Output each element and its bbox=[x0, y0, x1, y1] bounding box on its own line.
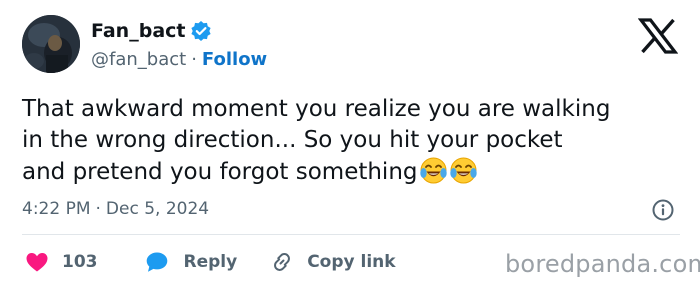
like-count: 103 bbox=[62, 252, 98, 272]
tweet-text: That awkward moment you realize you are … bbox=[22, 94, 682, 188]
author-display-name[interactable]: Fan_bact bbox=[91, 20, 185, 42]
copy-link-button[interactable]: Copy link bbox=[269, 249, 396, 275]
info-icon[interactable] bbox=[651, 198, 675, 222]
link-icon bbox=[274, 253, 291, 271]
tweet-timestamp[interactable]: 4:22 PM · Dec 5, 2024 bbox=[22, 199, 209, 219]
tweet-line-text: and pretend you forgot something bbox=[22, 159, 418, 185]
like-button[interactable]: 103 bbox=[24, 249, 98, 275]
heart-icon bbox=[26, 253, 48, 272]
tweet-line-last: and pretend you forgot something bbox=[22, 156, 682, 188]
divider bbox=[22, 234, 680, 235]
author-handle[interactable]: @fan_bact bbox=[91, 49, 186, 70]
watermark: boredpanda.com bbox=[505, 250, 700, 278]
author-handle-row: @fan_bact · Follow bbox=[91, 49, 267, 70]
tweet-line: That awkward moment you realize you are … bbox=[22, 96, 611, 122]
tears-of-joy-emoji-icon bbox=[419, 156, 448, 185]
timestamp-separator: · bbox=[95, 199, 101, 219]
tweet-line: in the wrong direction... So you hit you… bbox=[22, 127, 563, 153]
reply-button[interactable]: Reply bbox=[144, 249, 238, 275]
handle-separator: · bbox=[191, 49, 197, 70]
follow-button[interactable]: Follow bbox=[202, 49, 267, 70]
reply-label: Reply bbox=[183, 252, 238, 272]
copy-link-label: Copy link bbox=[307, 252, 396, 272]
avatar-image bbox=[22, 15, 80, 73]
tears-of-joy-emoji-icon bbox=[449, 156, 478, 185]
author-name-row: Fan_bact bbox=[91, 20, 212, 42]
verified-badge-icon bbox=[190, 20, 212, 42]
x-logo-icon[interactable] bbox=[637, 18, 679, 54]
tweet-actions: 103 Reply Copy link bbox=[24, 249, 396, 275]
avatar[interactable] bbox=[22, 15, 80, 73]
tweet-date: Dec 5, 2024 bbox=[105, 199, 210, 219]
tweet-time: 4:22 PM bbox=[22, 199, 91, 219]
reply-bubble-icon bbox=[146, 252, 167, 272]
